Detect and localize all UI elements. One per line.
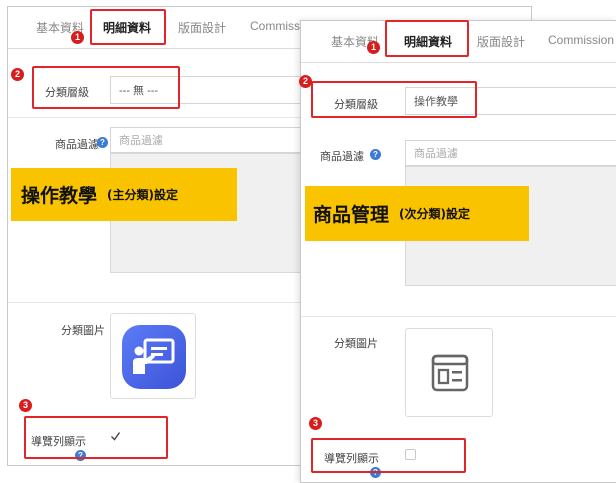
category-image-box[interactable] <box>110 313 196 399</box>
highlight-category-level <box>32 66 180 109</box>
sub-category-banner: 商品管理 (次分類)設定 <box>305 186 529 241</box>
category-image-box[interactable] <box>405 328 493 417</box>
highlight-nav-display <box>311 438 466 473</box>
help-icon[interactable]: ? <box>97 137 108 148</box>
divider <box>301 316 616 317</box>
banner-subtitle: (主分類)設定 <box>107 188 178 202</box>
highlight-nav-display <box>24 416 168 459</box>
highlight-category-level <box>311 81 477 118</box>
product-filter-input[interactable]: 商品過濾 <box>405 140 616 166</box>
category-image-label: 分類圖片 <box>61 325 105 337</box>
category-image-label: 分類圖片 <box>334 338 378 350</box>
step-badge-3: 3 <box>19 399 32 412</box>
document-layout-icon <box>431 354 469 392</box>
highlight-tab <box>385 20 469 57</box>
step-badge-1: 1 <box>71 31 84 44</box>
banner-subtitle: (次分類)設定 <box>399 207 470 221</box>
banner-title: 操作教學 <box>21 185 98 207</box>
product-filter-placeholder: 商品過濾 <box>119 135 163 147</box>
help-icon[interactable]: ? <box>370 149 381 160</box>
main-category-banner: 操作教學 (主分類)設定 <box>11 168 237 221</box>
product-filter-placeholder: 商品過濾 <box>414 148 458 160</box>
banner-title: 商品管理 <box>313 204 390 226</box>
product-filter-label: 商品過濾 <box>55 139 99 151</box>
product-filter-label: 商品過濾 <box>320 151 364 163</box>
tab-commission[interactable]: Commission <box>548 33 614 47</box>
step-badge-3: 3 <box>309 417 322 430</box>
tab-layout-design[interactable]: 版面設計 <box>178 19 226 36</box>
step-badge-2: 2 <box>299 75 312 88</box>
step-badge-1: 1 <box>367 41 380 54</box>
presentation-teaching-icon <box>122 325 186 389</box>
highlight-tab <box>90 9 166 45</box>
step-badge-2: 2 <box>11 68 24 81</box>
tab-layout-design[interactable]: 版面設計 <box>477 33 525 50</box>
tab-commission[interactable]: Commissi <box>250 19 303 33</box>
